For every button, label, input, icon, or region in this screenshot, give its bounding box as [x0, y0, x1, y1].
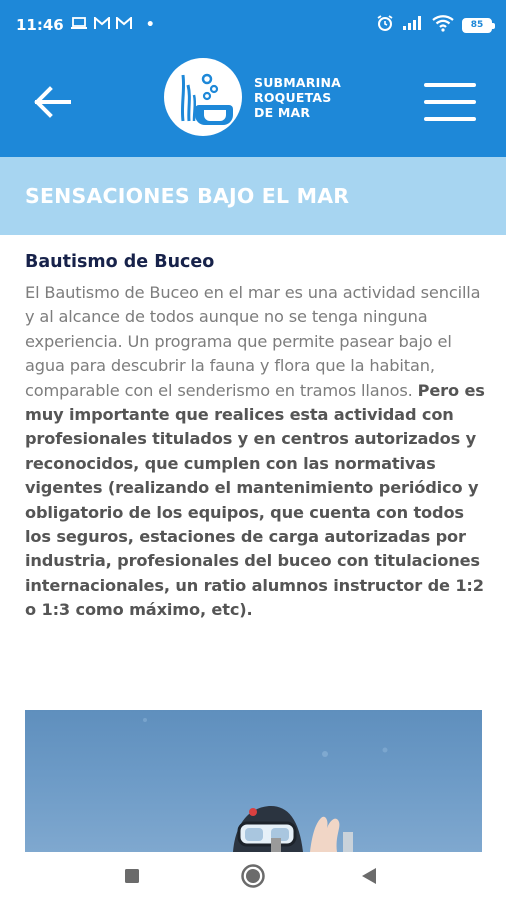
- article-paragraph: El Bautismo de Buceo en el mar es una ac…: [25, 281, 485, 623]
- laptop-icon: [70, 16, 88, 34]
- signal-icon: [402, 15, 424, 35]
- hamburger-menu-icon[interactable]: [424, 83, 476, 121]
- menu-bar: [424, 83, 476, 87]
- wifi-icon: [432, 14, 454, 36]
- diver-logo-icon: [164, 58, 242, 136]
- recent-apps-button[interactable]: [118, 862, 146, 890]
- logo-line: ROQUETAS: [254, 89, 332, 105]
- diver-photo-illustration: [143, 718, 388, 852]
- article-content: Bautismo de Buceo El Bautismo de Buceo e…: [25, 252, 485, 623]
- status-left: 11:46 •: [16, 15, 155, 34]
- article-heading: Bautismo de Buceo: [25, 252, 215, 272]
- arrow-left-icon: [34, 86, 71, 118]
- battery-icon: 85: [462, 17, 495, 33]
- square-icon: [125, 869, 139, 883]
- logo-line: SUBMARINA: [254, 74, 342, 90]
- alarm-icon: [376, 14, 394, 36]
- status-bar: 11:46 • 85: [0, 0, 506, 50]
- back-nav-button[interactable]: [355, 862, 383, 890]
- paragraph-bold-text: Pero es muy importante que realices esta…: [25, 380, 485, 620]
- section-banner: SENSACIONES BAJO EL MAR: [0, 157, 506, 235]
- gmail-icon: [93, 15, 110, 34]
- status-right: 85: [376, 14, 495, 36]
- triangle-back-icon: [362, 868, 376, 884]
- app-logo[interactable]: SUBMARINA ROQUETAS DE MAR: [164, 58, 341, 136]
- menu-bar: [424, 117, 476, 121]
- gmail-icon: [115, 15, 132, 34]
- circle-icon: [241, 864, 265, 888]
- menu-bar: [424, 100, 476, 104]
- back-button[interactable]: [30, 80, 74, 124]
- status-time: 11:46: [16, 16, 64, 34]
- diver-photo: [25, 710, 482, 852]
- notification-dot-icon: •: [145, 17, 155, 33]
- paragraph-normal-text: El Bautismo de Buceo en el mar es una ac…: [25, 283, 481, 400]
- section-title: SENSACIONES BAJO EL MAR: [25, 184, 350, 208]
- system-nav-bar: [0, 852, 506, 900]
- home-button[interactable]: [239, 862, 267, 890]
- logo-text: SUBMARINA ROQUETAS DE MAR: [254, 75, 341, 120]
- app-header: SUBMARINA ROQUETAS DE MAR: [0, 50, 506, 157]
- logo-line: DE MAR: [254, 104, 311, 120]
